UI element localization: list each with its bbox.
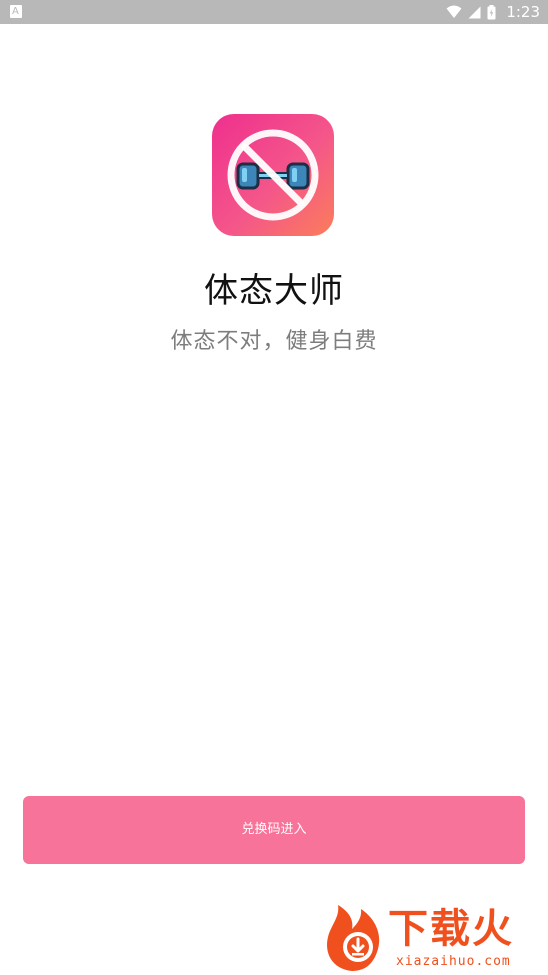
battery-icon [487,4,496,19]
wifi-icon [446,5,462,18]
dumbbell-prohibited-icon [227,129,319,221]
redeem-code-button[interactable]: 兑换码进入 [23,796,525,864]
watermark: 下载火 xiazaihuo.com [322,903,544,973]
app-slogan: 体态不对，健身白费 [170,329,378,354]
status-time: 1:23 [506,3,540,21]
app-logo [212,114,334,236]
cell-signal-icon [468,6,481,18]
app-name: 体态大师 [204,271,344,311]
watermark-title: 下载火 [388,906,514,952]
flame-download-icon [327,905,380,971]
status-bar: A 1:23 [0,0,548,24]
status-icons: 1:23 [446,3,540,21]
android-notification-icon: A [10,5,22,18]
watermark-url: xiazaihuo.com [396,954,511,969]
